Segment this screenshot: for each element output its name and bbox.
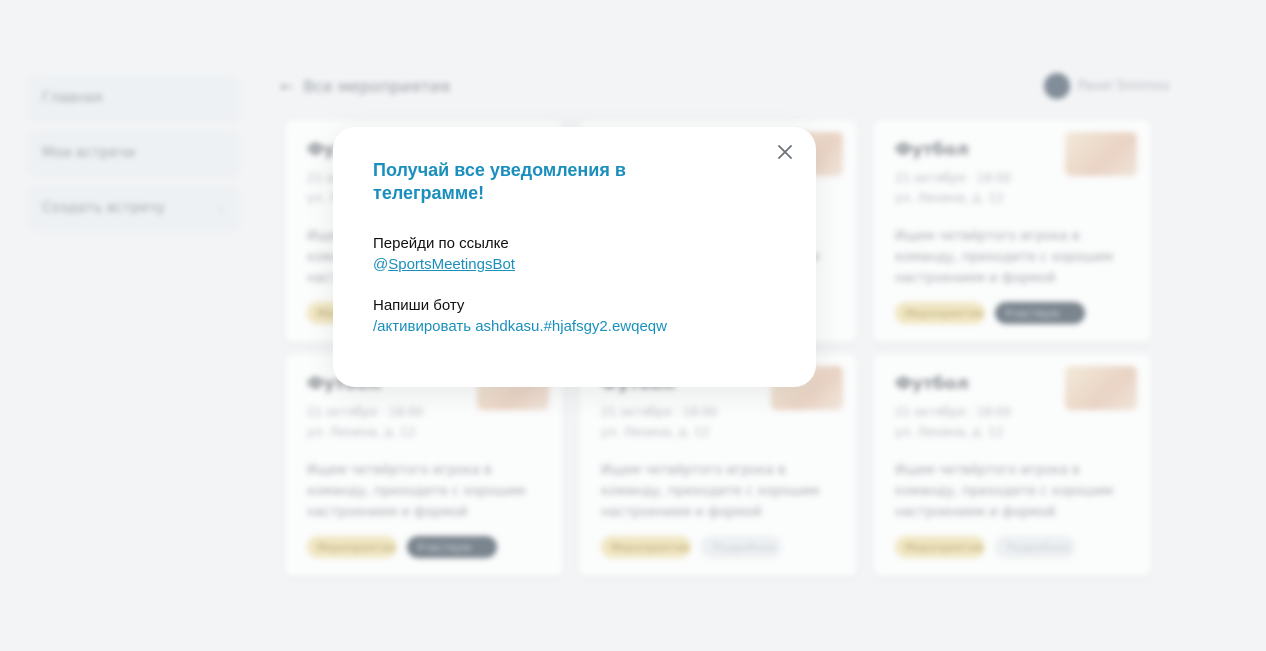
activation-command[interactable]: /активировать ashdkasu.#hjafsgy2.ewqeqw	[373, 316, 776, 337]
step2-label: Напиши боту	[373, 297, 465, 314]
modal-title: Получай все уведомления в телеграмме!	[373, 160, 626, 203]
bot-link-name: SportsMeetingsBot	[388, 256, 515, 273]
close-icon	[778, 145, 792, 159]
step-follow-link: Перейди по ссылке @SportsMeetingsBot	[373, 233, 776, 275]
step-message-bot: Напиши боту /активировать ashdkasu.#hjaf…	[373, 295, 776, 337]
bot-link[interactable]: @SportsMeetingsBot	[373, 256, 515, 273]
step1-label: Перейди по ссылке	[373, 235, 509, 252]
bot-link-prefix: @	[373, 256, 389, 273]
close-button[interactable]	[772, 139, 798, 165]
telegram-notification-modal: Получай все уведомления в телеграмме! Пе…	[333, 127, 816, 387]
